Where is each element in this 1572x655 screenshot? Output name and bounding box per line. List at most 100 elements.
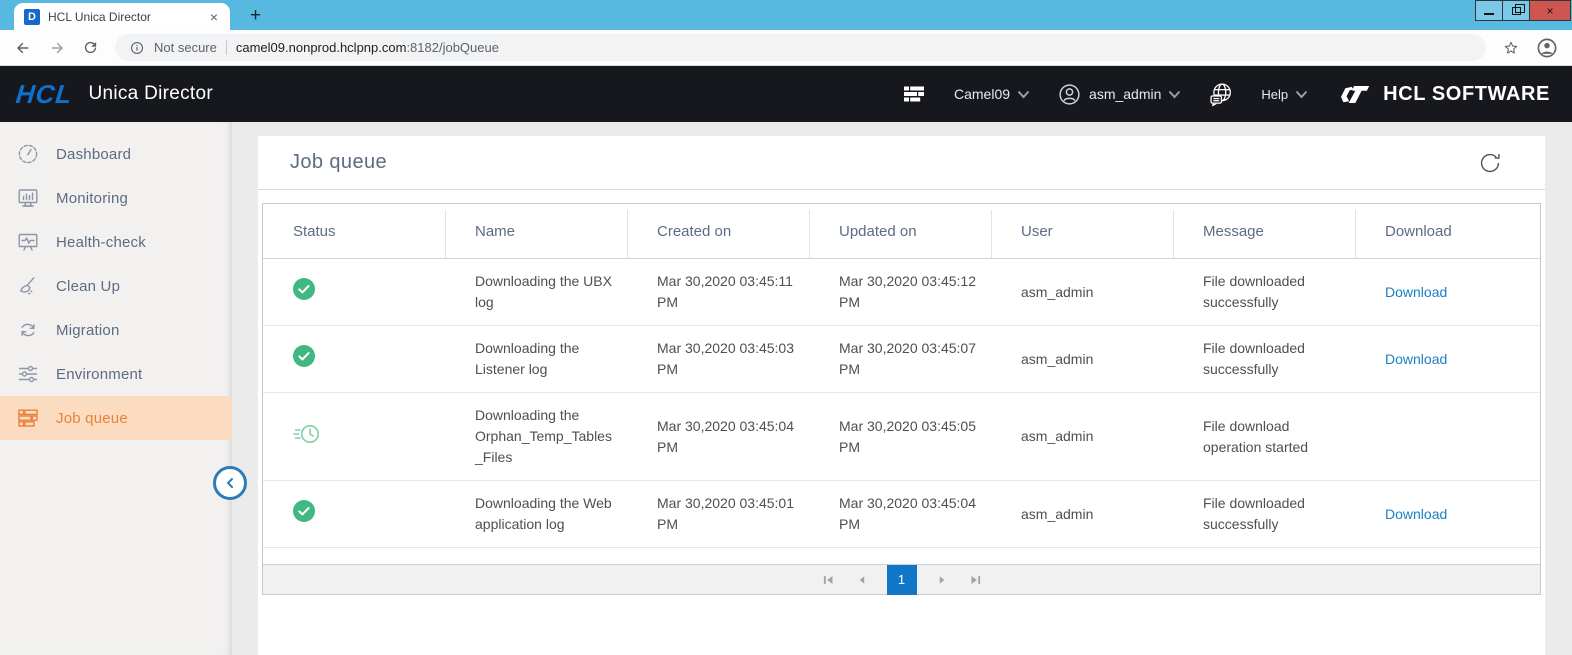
table-header-row: StatusNameCreated onUpdated onUserMessag… [263, 204, 1540, 259]
hcl-logo: HCL [14, 79, 74, 110]
page-header: Job queue [258, 136, 1545, 190]
browser-url-bar: Not secure camel09.nonprod.hclpnp.com:81… [0, 30, 1572, 66]
tab-title: HCL Unica Director [48, 10, 200, 24]
table-row: Downloading the Orphan_Temp_Tables_Files… [263, 393, 1540, 481]
queue-icon [16, 406, 40, 430]
language-icon[interactable] [1208, 81, 1234, 107]
first-page-icon[interactable] [819, 572, 836, 588]
sidebar-item-job-queue[interactable]: Job queue [0, 396, 232, 440]
browser-tab[interactable]: D HCL Unica Director × [14, 3, 230, 30]
sidebar: Dashboard Monitoring Health-check Clean Up M… [0, 122, 232, 655]
updated-on: Mar 30,2020 03:45:05 PM [809, 416, 991, 458]
success-icon [293, 509, 315, 525]
pagination: 1 [263, 564, 1540, 594]
success-icon [293, 287, 315, 303]
last-page-icon[interactable] [968, 572, 985, 588]
created-on: Mar 30,2020 03:45:03 PM [627, 338, 809, 380]
sidebar-item-migration[interactable]: Migration [0, 308, 232, 352]
column-header-updated-on: Updated on [809, 204, 991, 258]
user: asm_admin [991, 349, 1173, 370]
sidebar-item-monitoring[interactable]: Monitoring [0, 176, 232, 220]
column-header-user: User [991, 204, 1173, 258]
job-name: Downloading the Web application log [445, 493, 627, 535]
sidebar-item-dashboard[interactable]: Dashboard [0, 132, 232, 176]
status-cell [263, 423, 445, 451]
url-host: camel09.nonprod.hclpnp.com [236, 40, 407, 55]
sidebar-item-label: Monitoring [56, 190, 128, 207]
app-header: HCL Unica Director Camel09 asm_admin Hel… [0, 66, 1572, 122]
sidebar-item-health-check[interactable]: Health-check [0, 220, 232, 264]
jobs-menu-icon[interactable] [901, 82, 927, 106]
next-page-icon[interactable] [935, 572, 950, 588]
sidebar-item-environment[interactable]: Environment [0, 352, 232, 396]
favicon: D [24, 9, 40, 25]
sidebar-item-label: Clean Up [56, 278, 120, 295]
main-panel: Job queue StatusNameCreated onUpdated on… [258, 136, 1545, 655]
message: File downloaded successfully [1173, 271, 1355, 313]
table-spacer [263, 548, 1540, 564]
restore-button[interactable] [1502, 0, 1530, 21]
table-row: Downloading the Web application log Mar 3… [263, 481, 1540, 548]
download-link[interactable]: Download [1385, 351, 1447, 367]
broom-icon [16, 274, 40, 298]
user-menu[interactable]: asm_admin [1057, 82, 1181, 107]
status-cell [263, 345, 445, 373]
environment-selector[interactable]: Camel09 [954, 86, 1030, 102]
job-queue-table: StatusNameCreated onUpdated onUserMessag… [262, 203, 1541, 595]
sidebar-item-label: Dashboard [56, 146, 131, 163]
minimize-button[interactable] [1475, 0, 1503, 21]
job-name: Downloading the UBX log [445, 271, 627, 313]
column-header-download: Download [1355, 204, 1540, 258]
brand-text: HCL SOFTWARE [1383, 83, 1550, 106]
column-header-message: Message [1173, 204, 1355, 258]
collapse-sidebar-button[interactable] [213, 466, 247, 500]
profile-icon[interactable] [1536, 37, 1558, 59]
created-on: Mar 30,2020 03:45:04 PM [627, 416, 809, 458]
close-button[interactable]: × [1529, 0, 1571, 21]
updated-on: Mar 30,2020 03:45:07 PM [809, 338, 991, 380]
column-header-name: Name [445, 204, 627, 258]
user: asm_admin [991, 282, 1173, 303]
user-label: asm_admin [1089, 86, 1161, 102]
star-icon[interactable] [1502, 39, 1520, 57]
monitor-chart-icon [16, 186, 40, 210]
refresh-button[interactable] [1477, 150, 1503, 176]
omnibox[interactable]: Not secure camel09.nonprod.hclpnp.com:81… [115, 34, 1486, 61]
security-label: Not secure [154, 40, 217, 55]
chevron-down-icon [1168, 90, 1181, 99]
sidebar-item-label: Health-check [56, 234, 146, 251]
sidebar-item-clean-up[interactable]: Clean Up [0, 264, 232, 308]
brand-logo: HCL SOFTWARE [1335, 81, 1550, 108]
updated-on: Mar 30,2020 03:45:04 PM [809, 493, 991, 535]
forward-icon[interactable] [48, 39, 66, 57]
sliders-icon [16, 362, 40, 386]
tab-close-icon[interactable]: × [208, 10, 220, 24]
download-link[interactable]: Download [1385, 506, 1447, 522]
message: File downloaded successfully [1173, 338, 1355, 380]
sidebar-item-label: Job queue [56, 410, 128, 427]
current-page[interactable]: 1 [887, 565, 917, 595]
minimize-icon [1484, 13, 1494, 15]
page-title: Job queue [290, 151, 387, 174]
status-cell [263, 278, 445, 306]
created-on: Mar 30,2020 03:45:11 PM [627, 271, 809, 313]
sidebar-item-label: Migration [56, 322, 120, 339]
reload-icon[interactable] [82, 39, 99, 56]
sidebar-item-label: Environment [56, 366, 142, 383]
user-icon [1057, 82, 1082, 107]
body: Dashboard Monitoring Health-check Clean Up M… [0, 122, 1572, 655]
restore-icon [1512, 7, 1521, 15]
heartbeat-monitor-icon [16, 230, 40, 254]
download-link[interactable]: Download [1385, 284, 1447, 300]
column-header-created-on: Created on [627, 204, 809, 258]
column-header-status: Status [263, 204, 445, 258]
prev-page-icon[interactable] [854, 572, 869, 588]
help-menu[interactable]: Help [1261, 87, 1308, 102]
download-cell: Download [1355, 504, 1540, 525]
chevron-down-icon [1017, 90, 1030, 99]
back-icon[interactable] [14, 39, 32, 57]
help-label: Help [1261, 87, 1288, 102]
new-tab-button[interactable]: + [250, 6, 261, 25]
info-icon[interactable] [129, 40, 145, 56]
message: File download operation started [1173, 416, 1355, 458]
